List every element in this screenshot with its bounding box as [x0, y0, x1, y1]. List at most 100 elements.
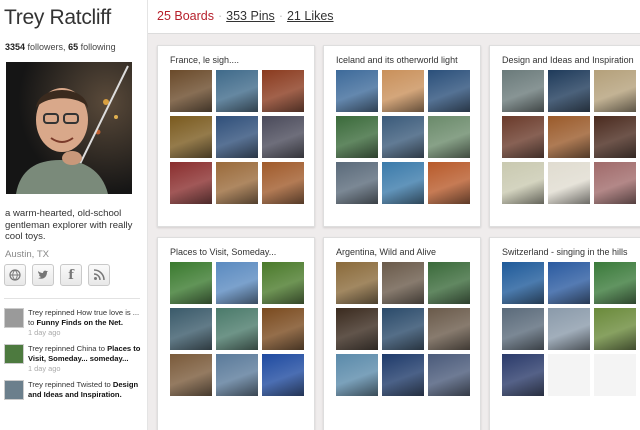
pin-thumbnail[interactable] [262, 262, 304, 304]
twitter-icon[interactable] [32, 264, 54, 286]
pin-thumbnail[interactable] [428, 162, 470, 204]
pin-thumbnail[interactable] [336, 308, 378, 350]
board-card[interactable]: France, le sigh.... [157, 45, 315, 227]
pin-thumbnail[interactable] [502, 70, 544, 112]
board-thumbnails [502, 70, 636, 204]
activity-feed: Trey repinned How true love is ... to Fu… [4, 308, 142, 406]
pin-thumbnail[interactable] [170, 262, 212, 304]
rss-icon[interactable] [88, 264, 110, 286]
pin-thumbnail[interactable] [594, 308, 636, 350]
following-label[interactable]: following [81, 42, 116, 52]
pin-thumbnail[interactable] [336, 162, 378, 204]
activity-item[interactable]: Trey repinned How true love is ... to Fu… [4, 308, 142, 338]
activity-text: Trey repinned China to Places to Visit, … [28, 344, 142, 374]
activity-text: Trey repinned How true love is ... to Fu… [28, 308, 142, 338]
pin-thumbnail[interactable] [262, 354, 304, 396]
pin-thumbnail[interactable] [216, 262, 258, 304]
pin-thumbnail[interactable] [428, 70, 470, 112]
pin-thumbnail[interactable] [336, 70, 378, 112]
pin-thumbnail[interactable] [170, 162, 212, 204]
board-title[interactable]: Design and Ideas and Inspiration [502, 55, 634, 65]
pin-thumbnail[interactable] [262, 116, 304, 158]
board-card[interactable]: Iceland and its otherworld light [323, 45, 481, 227]
pin-thumbnail[interactable] [594, 116, 636, 158]
board-card[interactable]: Design and Ideas and Inspiration [489, 45, 640, 227]
tab-pins[interactable]: 353 Pins [226, 9, 275, 23]
pin-thumbnail[interactable] [548, 162, 590, 204]
activity-text: Trey repinned Twisted to Design and Idea… [28, 380, 142, 400]
followers-count[interactable]: 3354 [5, 42, 25, 52]
pin-thumbnail[interactable] [336, 262, 378, 304]
pin-thumbnail[interactable] [502, 116, 544, 158]
pin-thumbnail[interactable] [502, 162, 544, 204]
profile-name: Trey Ratcliff [4, 6, 111, 29]
pin-thumbnail[interactable] [216, 116, 258, 158]
website-icon[interactable] [4, 264, 26, 286]
followers-label[interactable]: followers, [28, 42, 66, 52]
pin-thumbnail[interactable] [170, 116, 212, 158]
pin-thumbnail[interactable] [382, 354, 424, 396]
pin-thumbnail[interactable] [428, 116, 470, 158]
board-title[interactable]: Argentina, Wild and Alive [336, 247, 436, 257]
pin-thumbnail[interactable] [262, 308, 304, 350]
pin-thumbnail[interactable] [594, 70, 636, 112]
board-thumbnails [336, 70, 470, 204]
tab-boards[interactable]: 25 Boards [157, 9, 214, 23]
pin-thumbnail[interactable] [548, 308, 590, 350]
pin-thumbnail[interactable] [336, 116, 378, 158]
board-card[interactable]: Argentina, Wild and Alive [323, 237, 481, 430]
pin-thumbnail[interactable] [502, 354, 544, 396]
pin-thumbnail[interactable] [382, 116, 424, 158]
board-title[interactable]: France, le sigh.... [170, 55, 239, 65]
activity-board-link[interactable]: Funny Finds on the Net. [36, 318, 122, 327]
pin-thumbnail[interactable] [170, 354, 212, 396]
pin-thumbnail[interactable] [428, 308, 470, 350]
pin-thumbnail[interactable] [428, 262, 470, 304]
pin-thumbnail[interactable] [336, 354, 378, 396]
pin-thumbnail[interactable] [216, 162, 258, 204]
profile-tabs: 25 Boards · 353 Pins · 21 Likes [157, 9, 334, 23]
empty-pin-slot [594, 354, 636, 396]
activity-prefix: Trey repinned Twisted to [28, 380, 113, 389]
activity-thumbnail[interactable] [4, 308, 24, 328]
pin-thumbnail[interactable] [548, 116, 590, 158]
pin-thumbnail[interactable] [382, 308, 424, 350]
board-card[interactable]: Switzerland - singing in the hills [489, 237, 640, 430]
pin-thumbnail[interactable] [170, 308, 212, 350]
pin-thumbnail[interactable] [262, 162, 304, 204]
pin-thumbnail[interactable] [216, 354, 258, 396]
board-title[interactable]: Iceland and its otherworld light [336, 55, 458, 65]
facebook-icon[interactable]: f [60, 264, 82, 286]
activity-item[interactable]: Trey repinned Twisted to Design and Idea… [4, 380, 142, 400]
pin-thumbnail[interactable] [216, 308, 258, 350]
pin-thumbnail[interactable] [170, 70, 212, 112]
activity-thumbnail[interactable] [4, 344, 24, 364]
activity-time: 1 day ago [28, 364, 61, 373]
pin-thumbnail[interactable] [594, 262, 636, 304]
board-title[interactable]: Switzerland - singing in the hills [502, 247, 628, 257]
pin-thumbnail[interactable] [594, 162, 636, 204]
pin-thumbnail[interactable] [548, 262, 590, 304]
profile-location: Austin, TX [5, 249, 50, 260]
pin-thumbnail[interactable] [548, 70, 590, 112]
pin-thumbnail[interactable] [262, 70, 304, 112]
pin-thumbnail[interactable] [382, 70, 424, 112]
activity-time: 1 day ago [28, 328, 61, 337]
tab-likes[interactable]: 21 Likes [287, 9, 334, 23]
follow-stats: 3354 followers, 65 following [5, 42, 116, 52]
pin-thumbnail[interactable] [382, 262, 424, 304]
activity-prefix: Trey repinned China to [28, 344, 108, 353]
activity-item[interactable]: Trey repinned China to Places to Visit, … [4, 344, 142, 374]
pin-thumbnail[interactable] [502, 262, 544, 304]
following-count[interactable]: 65 [68, 42, 78, 52]
pin-thumbnail[interactable] [216, 70, 258, 112]
profile-sidebar: Trey Ratcliff 3354 followers, 65 followi… [0, 0, 148, 430]
pin-thumbnail[interactable] [502, 308, 544, 350]
pin-thumbnail[interactable] [382, 162, 424, 204]
activity-thumbnail[interactable] [4, 380, 24, 400]
board-card[interactable]: Places to Visit, Someday... [157, 237, 315, 430]
pin-thumbnail[interactable] [428, 354, 470, 396]
board-title[interactable]: Places to Visit, Someday... [170, 247, 276, 257]
board-thumbnails [502, 262, 636, 396]
tab-separator: · [278, 9, 283, 23]
